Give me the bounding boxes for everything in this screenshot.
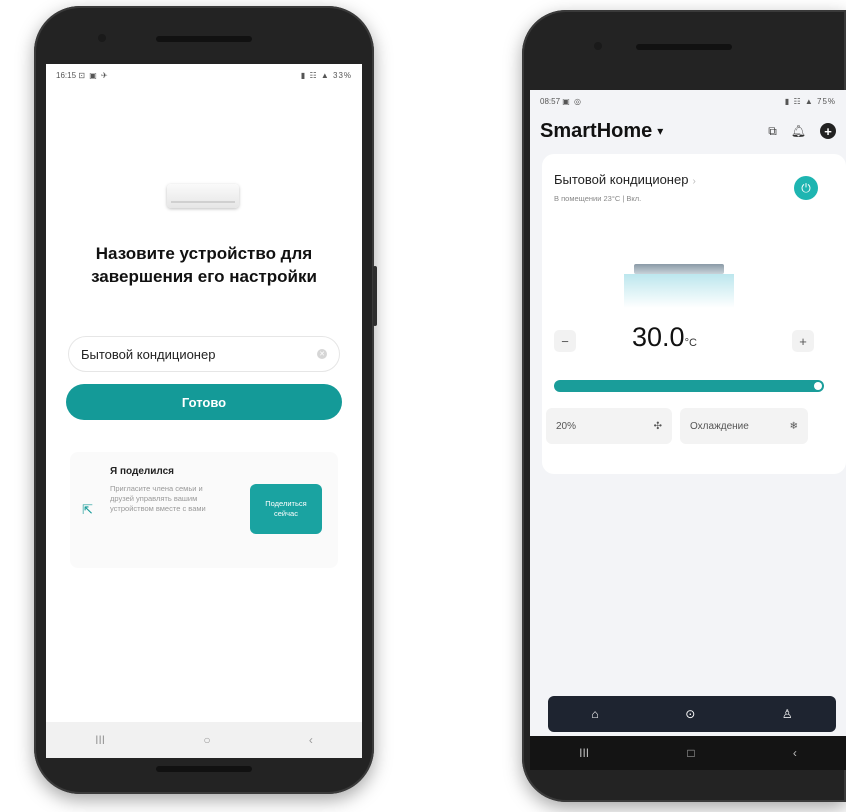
mode-button[interactable]: Охлаждение ❄	[680, 408, 808, 444]
system-nav-bar: III ○ ‹	[46, 722, 362, 758]
status-left-icons: ⊡ ▣ ✈	[78, 70, 109, 80]
app-header: SmartHome ▾ ⧉ 🔔︎ +	[530, 114, 846, 148]
page-title: Назовите устройство для завершения его н…	[91, 244, 317, 286]
earpiece	[156, 36, 252, 42]
share-description: Пригласите члена семьи и друзей управлят…	[110, 484, 206, 513]
share-card: ⇱ Я поделился Пригласите члена семьи и д…	[70, 452, 338, 568]
home-button[interactable]: □	[687, 746, 694, 760]
side-button	[373, 266, 377, 326]
device-name-label: Бытовой кондиционер	[554, 172, 689, 187]
device-card[interactable]: Бытовой кондиционер › В помещении 23°C | …	[542, 154, 846, 474]
back-button[interactable]: ‹	[309, 733, 313, 747]
temperature-unit: °C	[684, 337, 697, 349]
recent-apps-button[interactable]: III	[579, 746, 589, 760]
bell-icon[interactable]: 🔔︎	[791, 124, 806, 138]
home-icon[interactable]: ⌂	[591, 707, 598, 721]
add-icon[interactable]: +	[820, 123, 836, 139]
home-button[interactable]: ○	[203, 733, 210, 747]
temperature-slider[interactable]	[554, 380, 824, 392]
system-nav-bar: III □ ‹	[530, 736, 846, 770]
fan-icon: ✣	[653, 420, 662, 432]
clear-icon[interactable]: ✕	[317, 349, 327, 359]
profile-icon[interactable]: ♙	[782, 707, 793, 721]
recent-apps-button[interactable]: III	[95, 733, 105, 747]
back-button[interactable]: ‹	[793, 746, 797, 760]
chevron-down-icon[interactable]: ▾	[657, 124, 663, 138]
share-now-button[interactable]: Поделиться сейчас	[250, 484, 322, 534]
status-time: 16:15	[56, 70, 77, 80]
mode-value: Охлаждение	[690, 420, 749, 432]
bottom-bezel	[156, 766, 252, 772]
earpiece	[636, 44, 732, 50]
air-conditioner-image	[167, 184, 239, 208]
home-selector[interactable]: SmartHome	[540, 120, 652, 143]
cast-icon[interactable]: ⧉	[768, 124, 777, 139]
temperature-value: 30.0	[632, 322, 685, 352]
temperature-display: 30.0°C	[632, 322, 697, 353]
screen-name-device: 16:15 ⊡ ▣ ✈ ▮ ☷ ▲ 33% Назовите устройств…	[46, 64, 362, 758]
status-time: 08:57	[540, 96, 561, 106]
app-tab-bar: ⌂ ⊙ ♙	[548, 696, 836, 732]
share-title: Я поделился	[110, 466, 175, 477]
front-camera	[594, 42, 602, 50]
screen-smarthome: 08:57 ▣ ◎ ▮ ☷ ▲ 75% SmartHome ▾ ⧉ 🔔︎ + Б…	[530, 90, 846, 770]
chevron-right-icon: ›	[692, 176, 696, 187]
share-icon: ⇱	[82, 502, 93, 517]
status-bar: 08:57 ▣ ◎ ▮ ☷ ▲ 75%	[530, 90, 846, 112]
slider-handle[interactable]	[814, 382, 822, 390]
scene-icon[interactable]: ⊙	[685, 707, 695, 721]
fan-speed-value: 20%	[556, 420, 577, 432]
phone-frame-right: 08:57 ▣ ◎ ▮ ☷ ▲ 75% SmartHome ▾ ⧉ 🔔︎ + Б…	[522, 10, 846, 802]
fan-speed-button[interactable]: 20% ✣	[546, 408, 672, 444]
temp-increase-button[interactable]: +	[792, 330, 814, 352]
snowflake-icon: ❄	[789, 420, 798, 432]
phone-frame-left: 16:15 ⊡ ▣ ✈ ▮ ☷ ▲ 33% Назовите устройств…	[34, 6, 377, 794]
done-button[interactable]: Готово	[66, 384, 342, 420]
air-conditioner-image	[624, 264, 734, 308]
status-bar: 16:15 ⊡ ▣ ✈ ▮ ☷ ▲ 33%	[46, 64, 362, 86]
device-name-value: Бытовой кондиционер	[81, 346, 216, 362]
status-right-icons: ▮ ☷ ▲ 33%	[300, 70, 352, 80]
device-name[interactable]: Бытовой кондиционер ›	[554, 172, 696, 187]
status-right-icons: ▮ ☷ ▲ 75%	[784, 96, 836, 106]
power-icon[interactable]: ⏻	[794, 176, 818, 200]
device-name-input[interactable]: Бытовой кондиционер ✕	[68, 336, 340, 372]
front-camera	[98, 34, 106, 42]
status-left-icons: ▣ ◎	[562, 96, 583, 106]
device-status: В помещении 23°C | Вкл.	[554, 194, 642, 203]
temp-decrease-button[interactable]: −	[554, 330, 576, 352]
